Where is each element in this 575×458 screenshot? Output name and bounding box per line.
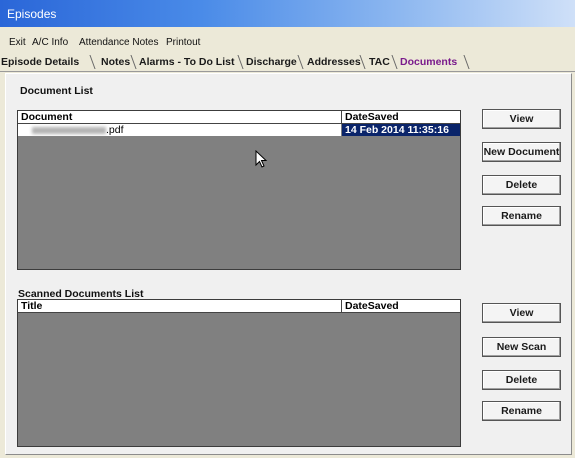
view-scan-button[interactable]: View — [482, 303, 561, 323]
mouse-pointer-icon — [255, 150, 268, 168]
menu-ac-info[interactable]: A/C Info — [32, 37, 68, 48]
scanned-documents-grid[interactable]: Title DateSaved — [17, 299, 461, 447]
column-header-document[interactable]: Document — [18, 111, 341, 123]
delete-document-button[interactable]: Delete — [482, 175, 561, 195]
table-row[interactable]: .pdf 14 Feb 2014 11:35:16 — [18, 124, 460, 136]
tab-episode-details[interactable]: Episode Details — [1, 56, 79, 68]
new-document-button[interactable]: New Document — [482, 142, 561, 162]
menu-printout[interactable]: Printout — [166, 37, 200, 48]
tab-separator — [83, 55, 96, 69]
episodes-window: Episodes Exit A/C Info Attendance Notes … — [0, 0, 575, 458]
menu-attendance-notes[interactable]: Attendance Notes — [79, 37, 159, 48]
tab-strip: Episode Details Notes Alarms - To Do Lis… — [0, 55, 575, 72]
menu-bar: Exit A/C Info Attendance Notes Printout — [0, 37, 575, 53]
document-list-header: Document DateSaved — [18, 111, 460, 124]
document-list-grid[interactable]: Document DateSaved .pdf 14 Feb 2014 11:3… — [17, 110, 461, 270]
delete-scan-button[interactable]: Delete — [482, 370, 561, 390]
column-header-datesaved[interactable]: DateSaved — [342, 111, 460, 123]
tab-addresses[interactable]: Addresses — [307, 56, 361, 68]
tab-documents[interactable]: Documents — [400, 56, 457, 68]
document-name: .pdf — [106, 124, 124, 136]
tab-separator — [457, 55, 470, 69]
tab-discharge[interactable]: Discharge — [246, 56, 297, 68]
menu-exit[interactable]: Exit — [9, 37, 26, 48]
tab-alarms[interactable]: Alarms - To Do List — [139, 56, 234, 68]
redacted-filename — [32, 127, 106, 134]
title-bar[interactable]: Episodes — [0, 0, 575, 27]
rename-scan-button[interactable]: Rename — [482, 401, 561, 421]
rename-document-button[interactable]: Rename — [482, 206, 561, 226]
column-header-title[interactable]: Title — [18, 300, 341, 312]
scanned-list-header: Title DateSaved — [18, 300, 460, 313]
new-scan-button[interactable]: New Scan — [482, 337, 561, 357]
column-header-datesaved[interactable]: DateSaved — [342, 300, 460, 312]
window-title: Episodes — [7, 7, 57, 21]
date-saved-cell: 14 Feb 2014 11:35:16 — [342, 124, 460, 136]
view-document-button[interactable]: View — [482, 109, 561, 129]
document-list-label: Document List — [20, 85, 93, 97]
